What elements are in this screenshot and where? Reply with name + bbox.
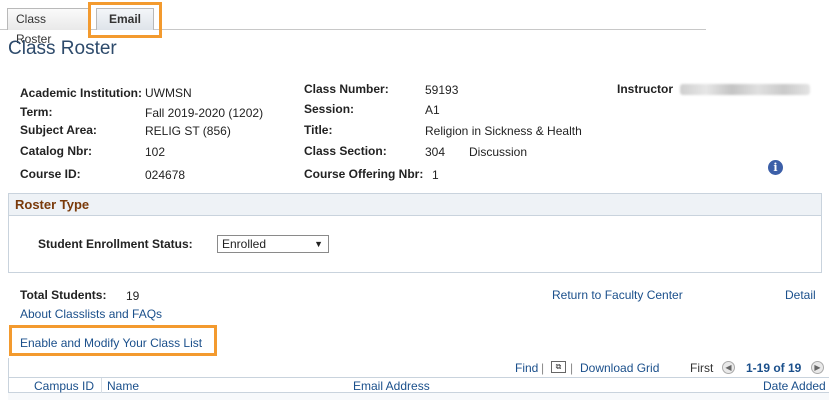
session-label: Session:: [304, 102, 355, 116]
class-section-label: Class Section:: [304, 144, 387, 158]
title-value: Religion in Sickness & Health: [425, 124, 582, 138]
tab-class-roster[interactable]: Class Roster: [7, 8, 91, 46]
enrollment-status-select[interactable]: Enrolled ▼: [217, 235, 329, 253]
course-id-label: Course ID:: [20, 167, 81, 181]
chevron-down-icon: ▼: [314, 239, 323, 249]
column-header-email-address[interactable]: Email Address: [353, 379, 430, 393]
class-section-component: Discussion: [469, 145, 528, 159]
total-students-label: Total Students:: [20, 288, 107, 302]
column-header-name[interactable]: Name: [107, 379, 139, 393]
previous-arrow-icon[interactable]: ◀: [722, 361, 735, 374]
enable-modify-class-list-link[interactable]: Enable and Modify Your Class List: [20, 336, 202, 350]
course-offering-nbr-value: 1: [432, 168, 439, 182]
catalog-nbr-label: Catalog Nbr:: [20, 144, 92, 158]
table-row: [8, 393, 829, 400]
email-tab-highlight: [88, 2, 162, 38]
instructor-label: Instructor: [617, 82, 674, 96]
download-grid-icon[interactable]: ⧉: [551, 361, 566, 373]
next-arrow-icon[interactable]: ▶: [811, 361, 824, 374]
toolbar-separator: |: [541, 361, 545, 375]
find-link[interactable]: Find: [515, 361, 538, 375]
class-number-label: Class Number:: [304, 82, 389, 96]
enrollment-status-value: Enrolled: [222, 237, 267, 251]
course-id-value: 024678: [145, 168, 186, 182]
class-section-value: 304: [425, 145, 446, 159]
column-header-campus-id[interactable]: Campus ID: [34, 379, 94, 393]
course-offering-nbr-label: Course Offering Nbr:: [304, 167, 424, 181]
subject-area-label: Subject Area:: [20, 123, 97, 137]
roster-type-heading: Roster Type: [9, 194, 821, 216]
catalog-nbr-value: 102: [145, 145, 166, 159]
class-number-value: 59193: [425, 83, 459, 97]
page-title: Class Roster: [8, 38, 117, 59]
toolbar-separator: |: [570, 361, 574, 375]
column-header-date-added[interactable]: Date Added: [763, 379, 826, 393]
session-value: A1: [425, 103, 440, 117]
column-divider: [101, 378, 102, 393]
info-icon[interactable]: i: [768, 160, 783, 175]
term-label: Term:: [20, 105, 53, 119]
download-grid-link[interactable]: Download Grid: [580, 361, 659, 375]
title-label: Title:: [304, 123, 333, 137]
term-value: Fall 2019-2020 (1202): [145, 106, 264, 120]
return-to-faculty-center-link[interactable]: Return to Faculty Center: [552, 288, 683, 302]
academic-institution-value: UWMSN: [145, 86, 192, 100]
subject-area-value: RELIG ST (856): [145, 124, 231, 138]
detail-link[interactable]: Detail: [785, 288, 816, 302]
first-label[interactable]: First: [690, 361, 713, 375]
enrollment-status-label: Student Enrollment Status:: [38, 237, 193, 251]
row-range: 1-19 of 19: [746, 361, 802, 375]
roster-type-group: Roster Type: [8, 193, 822, 273]
total-students-value: 19: [126, 289, 140, 303]
instructor-name-redacted: [680, 84, 810, 95]
academic-institution-label: Academic Institution:: [20, 86, 143, 100]
about-classlists-faqs-link[interactable]: About Classlists and FAQs: [20, 307, 162, 321]
